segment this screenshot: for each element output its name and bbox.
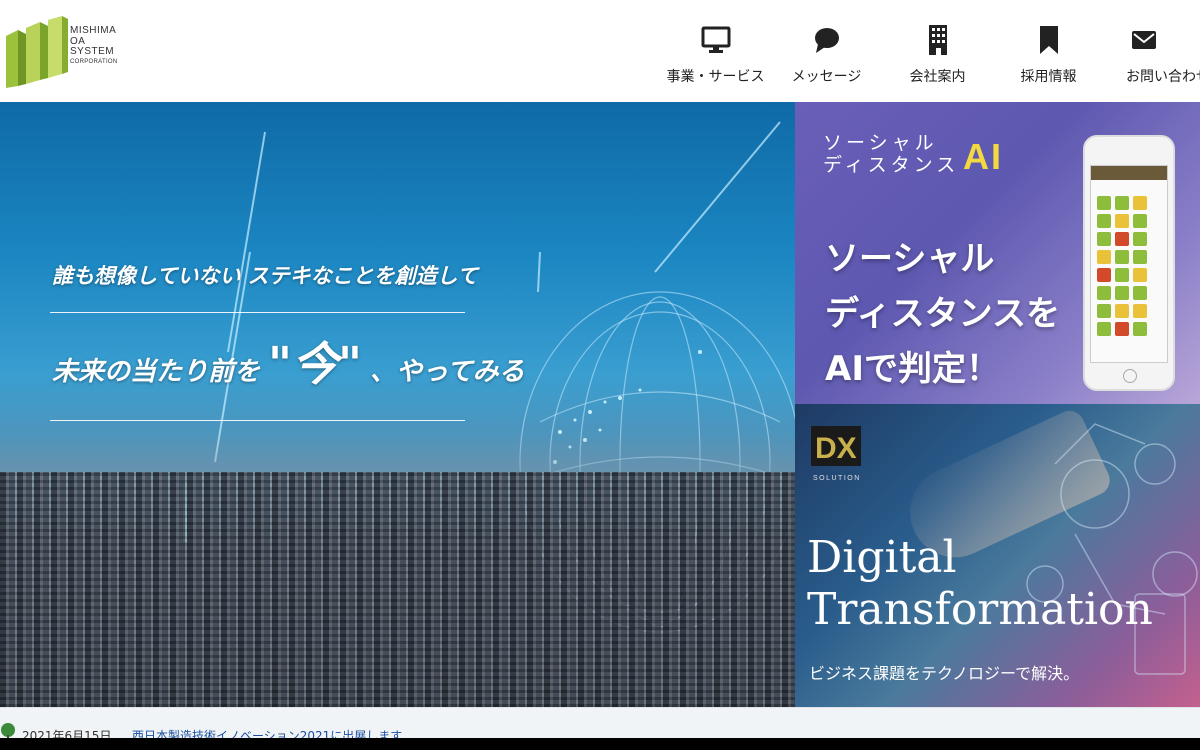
promo-ai-headline-line3: AIで判定！ bbox=[825, 349, 1000, 389]
promo-ai-headline-line1: ソーシャル bbox=[825, 239, 995, 279]
dx-solution-logo: DX SOLUTION bbox=[809, 424, 867, 486]
logo-line-system: SYSTEM bbox=[70, 46, 115, 57]
dx-logo-subtext: SOLUTION bbox=[813, 475, 861, 482]
nav-label-company: 会社案内 bbox=[909, 69, 966, 85]
hero-divider-bottom bbox=[50, 420, 465, 421]
phone-app-header bbox=[1091, 166, 1167, 180]
hero-headline-before: 未来の当たり前を bbox=[52, 357, 261, 387]
building-icon bbox=[927, 22, 949, 58]
seat-map-grid bbox=[1097, 196, 1163, 336]
dx-title-line2: Transformation bbox=[807, 584, 1153, 635]
nav-label-contact: お問い合わせ bbox=[1126, 69, 1200, 85]
speech-bubble-icon bbox=[813, 22, 841, 58]
nav-label-message: メッセージ bbox=[791, 69, 862, 85]
promo-ai-small-line2: ディスタンス bbox=[823, 154, 960, 176]
nav-item-recruit[interactable]: 採用情報 bbox=[993, 22, 1104, 86]
logo-line-corporation: CORPORATION bbox=[70, 58, 118, 65]
dx-title: Digital Transformation bbox=[807, 532, 1153, 636]
smartphone-mockup bbox=[1083, 135, 1175, 391]
hero-headline-emphasis: "今" bbox=[268, 337, 362, 391]
nav-item-company[interactable]: 会社案内 bbox=[882, 22, 993, 86]
hero-headline-after: 、やってみる bbox=[369, 357, 525, 387]
hero-divider-top bbox=[50, 312, 465, 313]
promo-ai-small-heading: ソーシャル ディスタンス bbox=[823, 132, 959, 176]
nav-item-services[interactable]: 事業・サービス bbox=[660, 22, 771, 86]
nav-label-services: 事業・サービス bbox=[666, 69, 765, 85]
hero-banner[interactable]: 誰も想像していない ステキなことを創造して 未来の当たり前を "今" 、やってみ… bbox=[0, 102, 795, 707]
promo-ai-mark: AI bbox=[963, 136, 1003, 177]
dx-subtitle: ビジネス課題をテクノロジーで解決。 bbox=[809, 664, 1080, 683]
svg-text:DX: DX bbox=[815, 432, 857, 465]
mail-icon bbox=[1126, 22, 1162, 58]
main-nav: 事業・サービス メッセージ 会社案内 採用情報 お問い合わせ bbox=[660, 22, 1200, 86]
site-header: MISHIMA OA SYSTEM CORPORATION 事業・サービス メッ… bbox=[0, 0, 1200, 102]
promo-ai-headline: ソーシャル ディスタンスを AIで判定！ bbox=[825, 232, 1060, 397]
bottom-edge-bar bbox=[0, 738, 1200, 750]
phone-home-button bbox=[1123, 369, 1137, 383]
hero-headline: 未来の当たり前を "今" 、やってみる bbox=[52, 328, 525, 394]
cityscape-texture bbox=[0, 472, 795, 707]
company-logo[interactable]: MISHIMA OA SYSTEM CORPORATION bbox=[4, 16, 134, 91]
monitor-icon bbox=[701, 22, 731, 58]
hero-tagline: 誰も想像していない ステキなことを創造して bbox=[52, 264, 479, 288]
promo-ai-small-line1: ソーシャル bbox=[823, 132, 938, 154]
bookmark-icon bbox=[1039, 22, 1059, 58]
promo-ai-headline-line2: ディスタンスを bbox=[825, 294, 1060, 334]
nav-label-recruit: 採用情報 bbox=[1020, 69, 1077, 85]
nav-item-contact[interactable]: お問い合わせ bbox=[1104, 22, 1200, 86]
dx-title-line1: Digital bbox=[807, 532, 957, 583]
logo-mark-icon bbox=[6, 16, 68, 88]
phone-screen bbox=[1090, 165, 1168, 363]
nav-item-message[interactable]: メッセージ bbox=[771, 22, 882, 86]
logo-text: MISHIMA OA SYSTEM CORPORATION bbox=[70, 25, 118, 65]
logo-line-mishima: MISHIMA bbox=[70, 25, 117, 36]
promo-digital-transformation[interactable]: DX SOLUTION Digital Transformation ビジネス課… bbox=[795, 404, 1200, 707]
promo-social-distance-ai[interactable]: ソーシャル ディスタンス AI ソーシャル ディスタンスを AIで判定！ bbox=[795, 102, 1200, 404]
